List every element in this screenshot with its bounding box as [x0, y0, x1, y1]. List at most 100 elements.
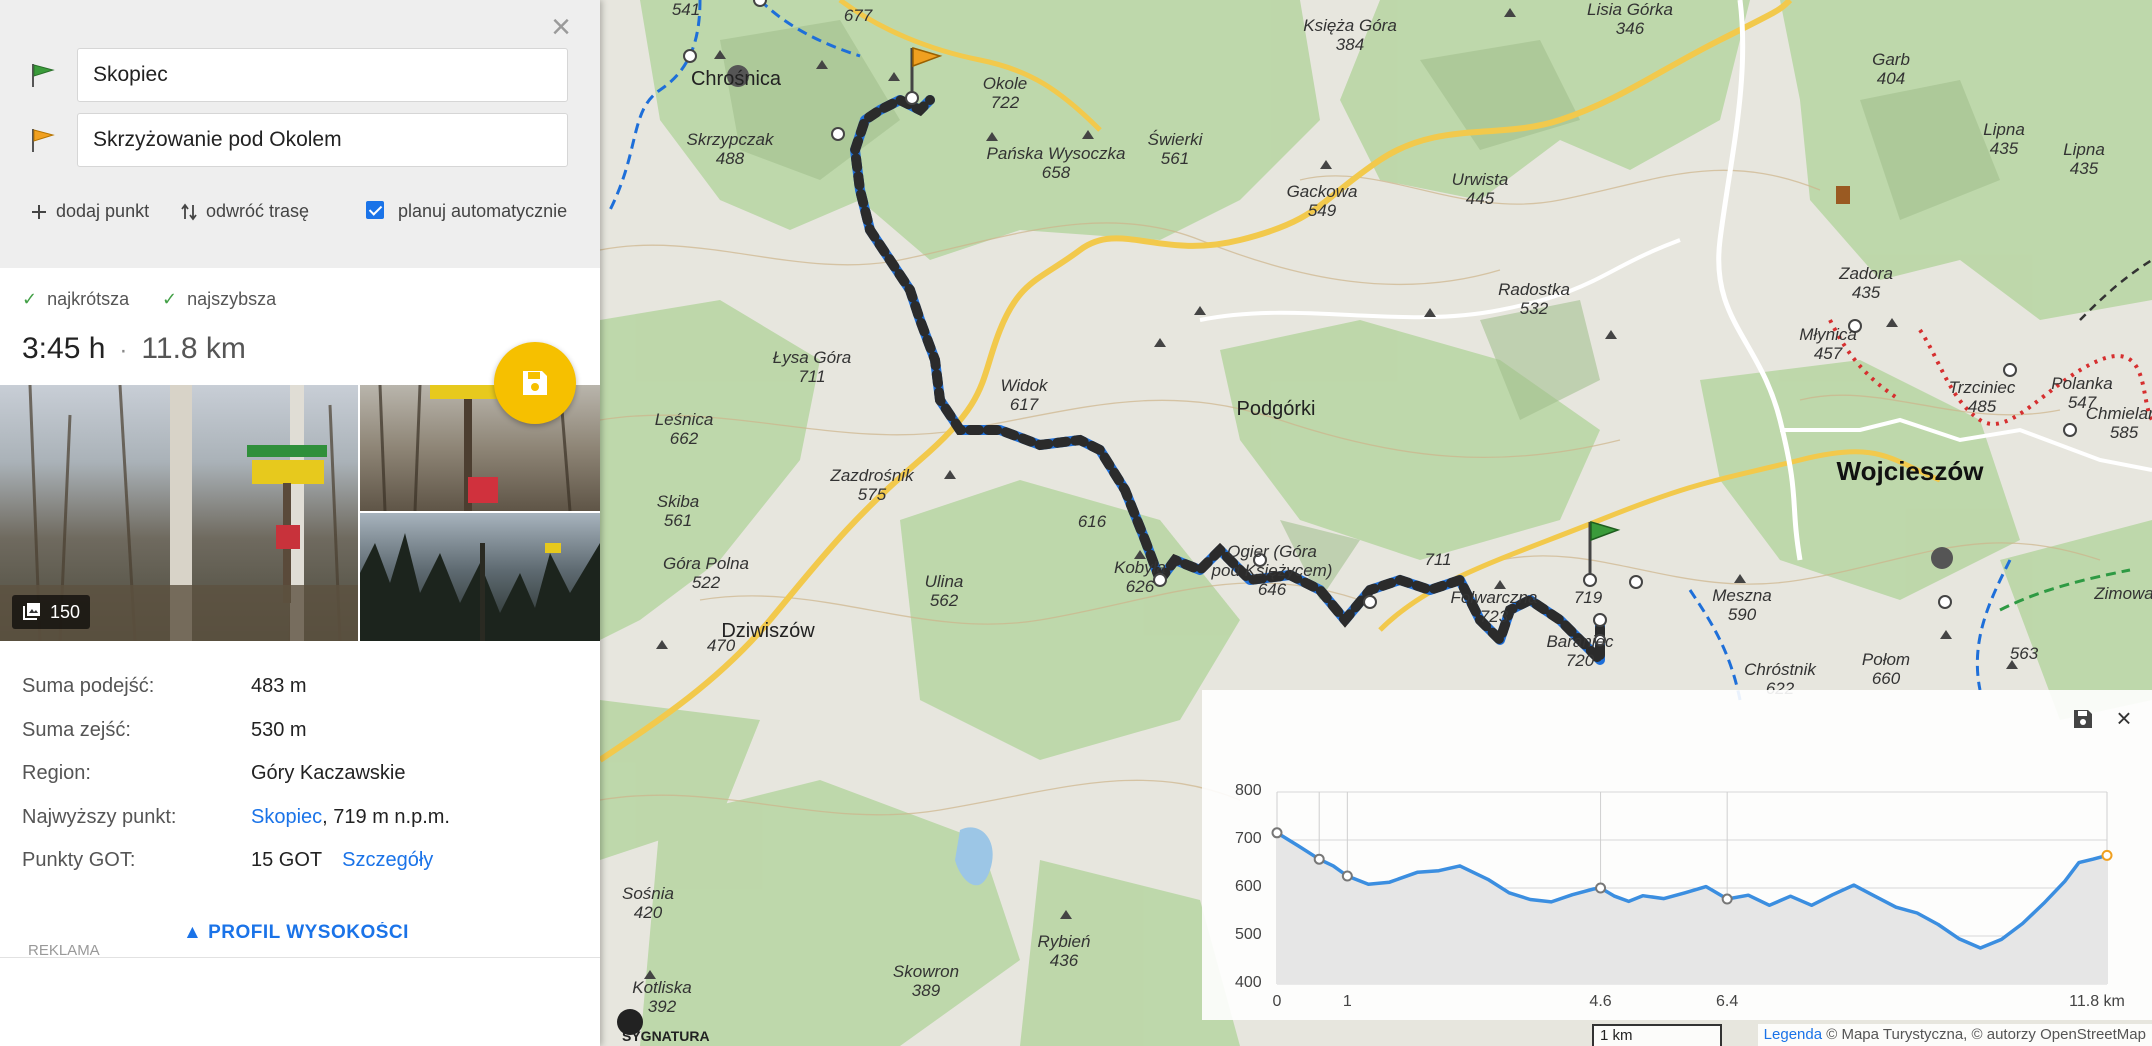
photo-count: 150	[50, 602, 81, 622]
map-label-peak: 677	[843, 6, 873, 25]
y-tick-label: 700	[1235, 830, 1262, 847]
ad-divider	[0, 957, 600, 958]
sygnatura-logo: SYGNATURA	[622, 1028, 710, 1044]
map-label-peak: Lisia Górka 346	[1587, 0, 1673, 38]
x-tick-label: 4.6	[1589, 993, 1612, 1010]
map-label-big: Wojcieszów	[1836, 456, 1984, 486]
map-label-peak: Lipna 435	[2063, 140, 2105, 178]
map-label-peak: 711	[1424, 550, 1452, 569]
waypoint-marker	[1721, 893, 1733, 905]
got-points-count: 15 GOT	[251, 849, 323, 871]
map-canvas[interactable]: 541 677 Chrośnica Skrzypczak 488 Okole 722 Pańs…	[600, 0, 2152, 1046]
map-label-peak: Świerki 561	[1147, 130, 1203, 168]
map-label-peak: Rybień 436	[1037, 932, 1091, 970]
descent-label: Suma zejść:	[22, 719, 131, 741]
save-profile-icon[interactable]	[2072, 708, 2094, 730]
waypoint-marker	[1341, 870, 1353, 882]
x-tick-label: 1	[1342, 993, 1352, 1010]
highest-point-link[interactable]: Skopiec	[251, 806, 322, 828]
map-label-peak: Kobyła 626	[1114, 558, 1166, 596]
elevation-chart[interactable]	[1202, 690, 2152, 1020]
elevation-profile-label: PROFIL WYSOKOŚCI	[208, 922, 409, 938]
map-label-peak: Trzciniec 485	[1948, 378, 2016, 416]
photo-forest[interactable]	[360, 513, 600, 641]
swap-arrows-icon	[181, 203, 197, 221]
map-label-peak: Połom 660	[1861, 650, 1911, 688]
map-label-peak: Folwarczna 723	[1450, 588, 1538, 626]
elevation-area	[1277, 832, 2107, 984]
highest-point-row: Najwyższy punkt: Skopiec, 719 m n.p.m.	[22, 806, 582, 836]
option-shortest[interactable]: ✓ najkrótsza	[22, 289, 129, 310]
got-points-row: Punkty GOT: 15 GOT Szczegóły	[22, 849, 582, 879]
map-label-peak: 616	[1077, 512, 1107, 531]
add-point-label: dodaj punkt	[56, 201, 150, 221]
map-label-peak: Zadora 435	[1839, 264, 1893, 302]
route-distance: 11.8 km	[141, 332, 246, 365]
photo-count-badge[interactable]: 150	[12, 595, 91, 629]
map-label-peak: Góra Polna 522	[663, 554, 749, 592]
x-tick-label: 6.4	[1716, 993, 1739, 1010]
option-fastest-label: najszybsza	[187, 289, 277, 309]
plus-icon	[32, 205, 46, 220]
auto-plan-label: planuj automatycznie	[398, 201, 568, 221]
waypoint-marker	[1271, 827, 1283, 839]
map-label-town: Dziwiszów	[721, 620, 815, 642]
x-tick-label: 11.8 km	[2069, 993, 2125, 1010]
checkbox-checked-icon[interactable]	[366, 201, 384, 220]
map-label-peak: Okole 722	[982, 74, 1028, 112]
got-points-value: 15 GOT Szczegóły	[251, 849, 433, 872]
map-label-peak: Gackowa 549	[1286, 182, 1358, 220]
start-flag-marker	[1583, 520, 1621, 587]
legend-link[interactable]: Legenda	[1764, 1026, 1822, 1043]
map-label-peak: Radostka 532	[1498, 280, 1570, 318]
waypoint-marker	[1595, 882, 1607, 894]
scale-bar: 1 km	[1592, 1024, 1722, 1046]
map-label-peak: Meszna 590	[1712, 586, 1772, 624]
region-label: Region:	[22, 762, 91, 784]
map-label-peak: 541	[671, 0, 701, 19]
elevation-profile-panel: 800 700 600 500 400 0 1 4.6 6.4 11.8 km ×	[1202, 690, 2152, 1020]
map-label-peak: Widok 617	[1000, 376, 1048, 414]
route-panel: × dodaj punkt odw	[0, 0, 600, 1046]
map-label-peak: Zazdrośnik 575	[830, 466, 914, 504]
map-label-peak: Zimowa	[2094, 584, 2152, 603]
photo-forest-image	[360, 533, 600, 641]
end-waypoint-input[interactable]	[77, 113, 568, 167]
reverse-route-label: odwróć trasę	[206, 201, 310, 221]
start-waypoint-input[interactable]	[77, 48, 568, 102]
photo-trail-sign[interactable]: 150	[0, 385, 358, 641]
y-tick-label: 800	[1235, 782, 1262, 799]
check-icon: ✓	[22, 289, 38, 309]
route-actions: dodaj punkt odwróć trasę planuj automaty…	[30, 196, 580, 226]
map-label-peak: Baraniec 720	[1546, 632, 1614, 670]
map-label-peak: Kotliska 392	[632, 978, 692, 1016]
reverse-route-button[interactable]: odwróć trasę	[180, 196, 309, 226]
auto-plan-checkbox[interactable]: planuj automatycznie	[366, 196, 567, 226]
map-label-peak: Urwista 445	[1451, 170, 1509, 208]
y-tick-label: 400	[1235, 974, 1262, 991]
close-panel-button[interactable]: ×	[544, 10, 578, 44]
ascent-row: Suma podejść: 483 m	[22, 675, 582, 705]
floppy-disk-icon	[523, 371, 547, 395]
add-point-button[interactable]: dodaj punkt	[30, 196, 149, 226]
map-label-town: Chrośnica	[690, 68, 782, 90]
option-fastest[interactable]: ✓ najszybsza	[162, 289, 276, 310]
got-details-link[interactable]: Szczegóły	[342, 849, 433, 871]
close-profile-button[interactable]: ×	[2112, 705, 2136, 731]
highest-point-elevation: , 719 m n.p.m.	[322, 806, 450, 828]
route-form: × dodaj punkt odw	[0, 0, 600, 268]
route-summary: 3:45 h · 11.8 km	[22, 332, 246, 366]
map-label-peak: Młynica 457	[1799, 325, 1857, 363]
descent-value: 530 m	[251, 719, 307, 741]
ascent-label: Suma podejść:	[22, 675, 155, 697]
y-tick-label: 600	[1235, 878, 1262, 895]
green-flag-icon	[32, 64, 55, 87]
save-route-button[interactable]	[494, 342, 576, 424]
map-label-peak: Skiba 561	[656, 492, 700, 530]
photo-gallery[interactable]: 150	[0, 385, 600, 641]
elevation-profile-link[interactable]: ▲ PROFIL WYSOKOŚCI	[183, 922, 409, 938]
map-label-peak: Sośnia 420	[622, 884, 674, 922]
start-waypoint-row	[28, 48, 568, 102]
map-label-peak: Chmielarz585	[2085, 404, 2152, 442]
waypoint-marker	[1313, 853, 1325, 865]
